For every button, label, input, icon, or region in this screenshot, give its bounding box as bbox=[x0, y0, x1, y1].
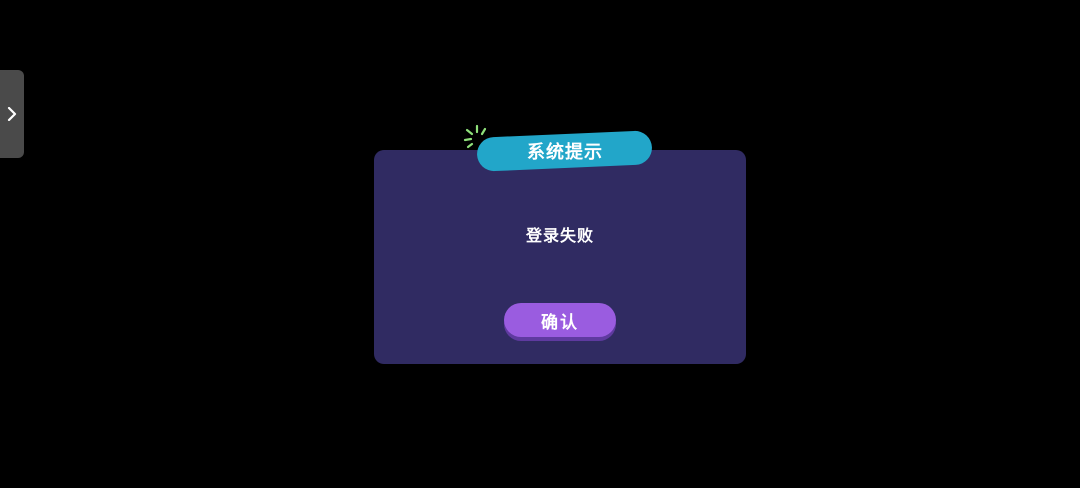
confirm-button[interactable]: 确认 bbox=[504, 303, 616, 337]
side-expand-tab[interactable] bbox=[0, 70, 24, 158]
chevron-right-icon bbox=[7, 107, 17, 121]
confirm-button-label: 确认 bbox=[541, 312, 579, 333]
screen: 系统提示 登录失败 确认 bbox=[0, 0, 1080, 488]
dialog-message: 登录失败 bbox=[525, 226, 594, 245]
dialog-title: 系统提示 bbox=[526, 142, 603, 163]
